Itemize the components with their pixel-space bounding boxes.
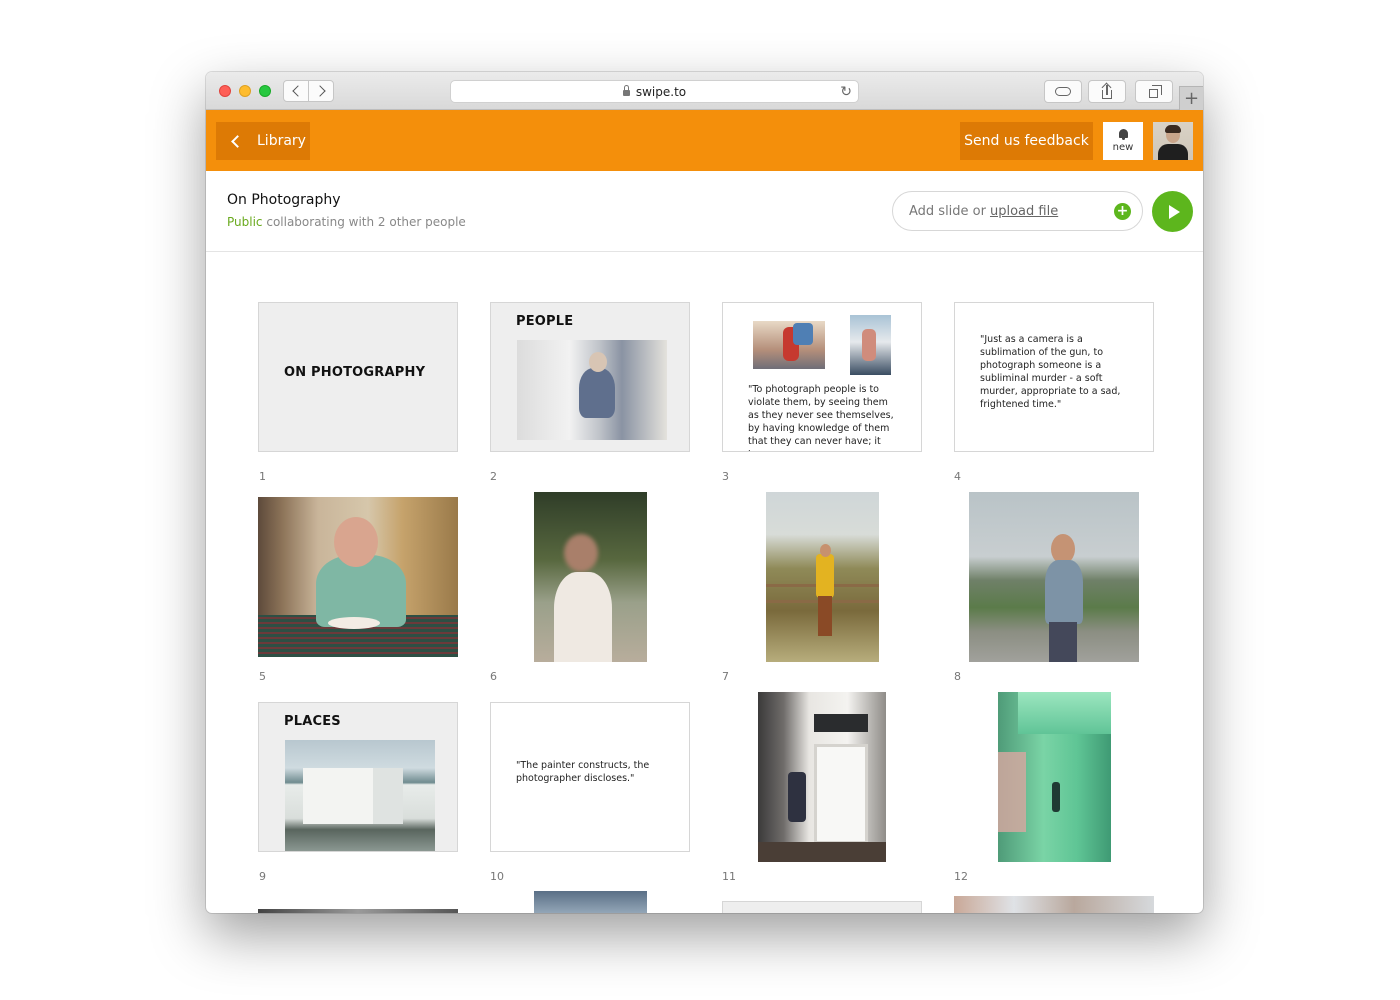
tabs-icon	[1148, 85, 1162, 98]
minimize-window-button[interactable]	[239, 85, 251, 97]
slide-title: PLACES	[284, 714, 341, 729]
send-feedback-button[interactable]: Send us feedback	[960, 122, 1093, 160]
slide-number: 8	[954, 670, 961, 683]
add-slide-button[interactable]: +	[1114, 203, 1131, 220]
slide-thumbnail[interactable]: PEOPLE	[490, 302, 690, 452]
add-slide-input[interactable]: Add slide or upload file +	[892, 191, 1143, 231]
deck-title[interactable]: On Photography	[227, 192, 341, 208]
slide-number: 3	[722, 470, 729, 483]
play-icon	[1168, 204, 1180, 219]
slide-thumbnail[interactable]: PLACES	[258, 702, 458, 852]
slide-number: 9	[259, 870, 266, 883]
visibility-link[interactable]: Public	[227, 215, 263, 229]
slide-thumbnail[interactable]: ON PHOTOGRAPHY	[258, 302, 458, 452]
play-presentation-button[interactable]	[1152, 191, 1193, 232]
slide-quote: "Just as a camera is a sublimation of th…	[980, 334, 1121, 410]
close-window-button[interactable]	[219, 85, 231, 97]
slide-photo	[753, 321, 825, 369]
chevron-left-icon	[291, 85, 304, 97]
browser-forward-button[interactable]	[308, 80, 334, 102]
browser-toolbar: swipe.to ↻ +	[206, 72, 1203, 110]
slide-number: 2	[490, 470, 497, 483]
slide-thumbnail[interactable]: "The painter constructs, the photographe…	[490, 702, 690, 852]
icloud-button[interactable]	[1044, 80, 1082, 103]
chevron-right-icon	[313, 85, 326, 97]
browser-back-button[interactable]	[283, 80, 309, 102]
slide-number: 7	[722, 670, 729, 683]
reload-icon[interactable]: ↻	[840, 84, 852, 100]
new-tab-button[interactable]: +	[1179, 86, 1203, 110]
slide-number: 4	[954, 470, 961, 483]
upload-file-link[interactable]: upload file	[990, 204, 1058, 219]
slide-thumbnail[interactable]: "To photograph people is to violate them…	[722, 302, 922, 452]
slide-quote: "To photograph people is to violate them…	[748, 384, 894, 451]
lock-icon	[622, 84, 630, 96]
slide-grid: ON PHOTOGRAPHY 1 PEOPLE 2 "To photograph…	[206, 253, 1203, 913]
slide-thumbnail[interactable]	[258, 909, 458, 913]
show-tabs-button[interactable]	[1135, 80, 1173, 103]
browser-window: swipe.to ↻ + Library Send us feedback ne…	[206, 72, 1203, 913]
slide-number: 10	[490, 870, 504, 883]
slide-number: 1	[259, 470, 266, 483]
slide-thumbnail[interactable]	[534, 492, 647, 662]
user-avatar[interactable]	[1153, 122, 1193, 160]
slide-thumbnail[interactable]	[258, 497, 458, 657]
slide-number: 6	[490, 670, 497, 683]
share-button[interactable]	[1088, 80, 1126, 103]
slide-title: ON PHOTOGRAPHY	[284, 365, 426, 380]
deck-subtitle: Public collaborating with 2 other people	[227, 215, 466, 229]
slide-photo	[850, 315, 891, 375]
cloud-icon	[1055, 87, 1071, 96]
deck-header: On Photography Public collaborating with…	[206, 171, 1203, 252]
bell-icon	[1118, 129, 1128, 140]
zoom-window-button[interactable]	[259, 85, 271, 97]
slide-thumbnail[interactable]	[969, 492, 1139, 662]
slide-thumbnail[interactable]	[954, 896, 1154, 913]
slide-thumbnail[interactable]	[534, 891, 647, 913]
slide-photo	[285, 740, 435, 851]
slide-thumbnail[interactable]	[722, 901, 922, 913]
slide-photo	[517, 340, 667, 440]
address-text: swipe.to	[635, 84, 687, 99]
slide-thumbnail[interactable]	[766, 492, 879, 662]
address-bar[interactable]: swipe.to ↻	[450, 80, 859, 103]
slide-number: 12	[954, 870, 968, 883]
add-slide-placeholder: Add slide or	[909, 203, 986, 219]
library-button[interactable]: Library	[216, 122, 310, 160]
slide-number: 5	[259, 670, 266, 683]
slide-thumbnail[interactable]: "Just as a camera is a sublimation of th…	[954, 302, 1154, 452]
notifications-button[interactable]: new	[1103, 122, 1143, 160]
slide-title: PEOPLE	[516, 314, 574, 329]
slide-number: 11	[722, 870, 736, 883]
notifications-label: new	[1112, 142, 1134, 153]
slide-quote: "The painter constructs, the photographe…	[516, 760, 650, 784]
app-header: Library Send us feedback new	[206, 110, 1203, 171]
slide-thumbnail[interactable]	[998, 692, 1111, 862]
chevron-left-icon	[231, 134, 244, 148]
slide-thumbnail[interactable]	[758, 692, 886, 862]
collaboration-text: collaborating with 2 other people	[266, 215, 466, 229]
library-label: Library	[257, 133, 306, 149]
